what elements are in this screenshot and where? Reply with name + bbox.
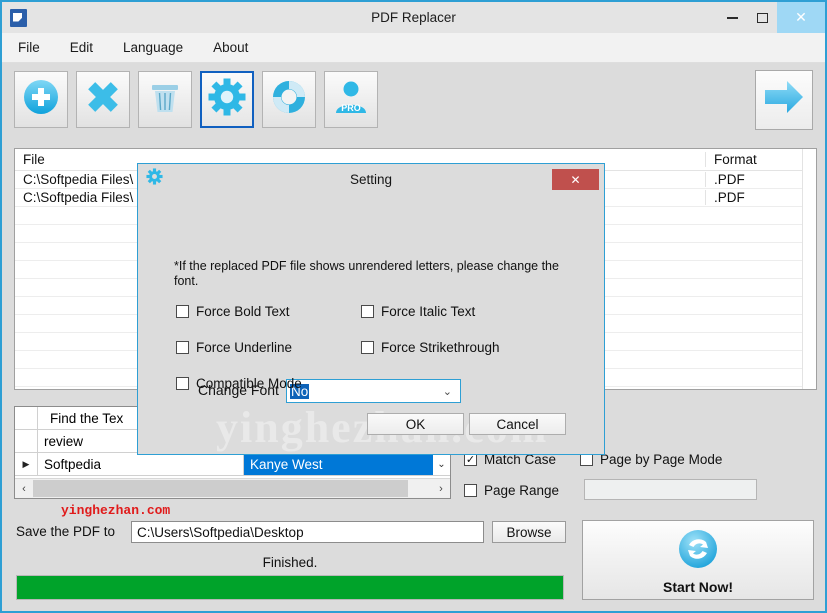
status-text: Finished. [262, 555, 318, 570]
help-button[interactable] [262, 71, 316, 128]
menu-item-file[interactable]: File [16, 37, 42, 58]
ok-button[interactable]: OK [367, 413, 464, 435]
cell-format: .PDF [705, 172, 815, 187]
gear-icon [208, 78, 246, 121]
page-range-label: Page Range [484, 483, 560, 498]
page-range-checkbox[interactable] [464, 484, 477, 497]
page-range-input[interactable] [584, 479, 757, 500]
svg-text:PRO: PRO [341, 103, 361, 113]
save-path-input[interactable]: C:\Users\Softpedia\Desktop [131, 521, 484, 543]
start-now-button[interactable]: Start Now! [582, 520, 814, 600]
force-italic-text-option[interactable]: Force Italic Text [361, 304, 475, 319]
compatible-mode-checkbox[interactable] [176, 377, 189, 390]
menubar: File Edit Language About [2, 33, 825, 63]
cancel-button[interactable]: Cancel [469, 413, 566, 435]
change-font-select[interactable]: No ⌄ [286, 379, 461, 403]
convert-arrow-button[interactable] [755, 69, 813, 130]
trash-icon [146, 78, 184, 121]
force-bold-text-checkbox[interactable] [176, 305, 189, 318]
settings-button[interactable] [200, 71, 254, 128]
lifebuoy-icon [270, 78, 308, 121]
force-italic-text-checkbox[interactable] [361, 305, 374, 318]
user-pro-icon: PRO [331, 77, 371, 122]
force-italic-text-label: Force Italic Text [381, 304, 476, 319]
save-path-label: Save the PDF to [16, 524, 116, 539]
row-selector[interactable]: ▶ [15, 453, 38, 476]
compatible-mode-label: Compatible Mode [196, 376, 302, 391]
plus-circle-icon [21, 77, 61, 122]
row-selector-header [15, 407, 38, 430]
dialog-title: Setting [349, 171, 393, 187]
window-titlebar: PDF Replacer ✕ [2, 2, 825, 33]
toolbar: PRO [2, 63, 825, 136]
force-underline-checkbox[interactable] [176, 341, 189, 354]
hscroll-track[interactable] [33, 480, 432, 497]
cell-replace[interactable]: Kanye West [244, 453, 450, 476]
progress-bar [16, 575, 564, 600]
watermark-text: yinghezhan.com [61, 503, 171, 518]
file-list-scrollbar[interactable] [802, 149, 816, 389]
column-header-format[interactable]: Format [705, 152, 815, 167]
clear-list-button[interactable] [138, 71, 192, 128]
force-bold-text-option[interactable]: Force Bold Text [176, 304, 290, 319]
force-bold-text-label: Force Bold Text [196, 304, 290, 319]
dialog-note-text: *If the replaced PDF file shows unrender… [174, 259, 559, 288]
scroll-left-icon[interactable]: ‹ [15, 483, 33, 495]
menu-item-language[interactable]: Language [121, 37, 185, 58]
force-underline-label: Force Underline [196, 340, 293, 355]
force-strikethrough-option[interactable]: Force Strikethrough [361, 340, 500, 355]
cross-icon [83, 77, 123, 122]
refresh-circle-icon [675, 526, 721, 577]
menu-item-edit[interactable]: Edit [68, 37, 95, 58]
force-strikethrough-label: Force Strikethrough [381, 340, 500, 355]
force-strikethrough-checkbox[interactable] [361, 341, 374, 354]
chevron-down-icon[interactable]: ⌄ [433, 453, 450, 476]
start-now-label: Start Now! [663, 578, 733, 595]
setting-dialog[interactable]: yinghezhan.com Setting ✕ Change Font No [137, 163, 605, 455]
force-underline-option[interactable]: Force Underline [176, 340, 292, 355]
remove-file-button[interactable] [76, 71, 130, 128]
dialog-titlebar: Setting ✕ [138, 164, 604, 194]
window-title: PDF Replacer [371, 10, 456, 25]
menu-item-about[interactable]: About [211, 37, 250, 58]
cell-find[interactable]: Softpedia [38, 453, 244, 476]
scroll-right-icon[interactable]: › [432, 483, 450, 495]
page-by-page-label: Page by Page Mode [600, 452, 723, 467]
browse-button[interactable]: Browse [492, 521, 566, 543]
row-selector[interactable] [15, 430, 38, 453]
chevron-down-icon[interactable]: ⌄ [443, 385, 452, 398]
replace-grid-hscrollbar[interactable]: ‹ › [15, 478, 450, 498]
hscroll-thumb[interactable] [33, 480, 408, 497]
dialog-close-button[interactable]: ✕ [552, 169, 599, 190]
add-files-button[interactable] [14, 71, 68, 128]
page-range-option[interactable]: Page Range [464, 483, 559, 498]
table-row[interactable]: ▶ Softpedia Kanye West [15, 453, 450, 476]
progress-bar-fill [17, 576, 563, 599]
pro-button[interactable]: PRO [324, 71, 378, 128]
compatible-mode-option[interactable]: Compatible Mode [176, 376, 302, 391]
cell-format: .PDF [705, 190, 815, 205]
arrow-right-icon [762, 77, 806, 122]
